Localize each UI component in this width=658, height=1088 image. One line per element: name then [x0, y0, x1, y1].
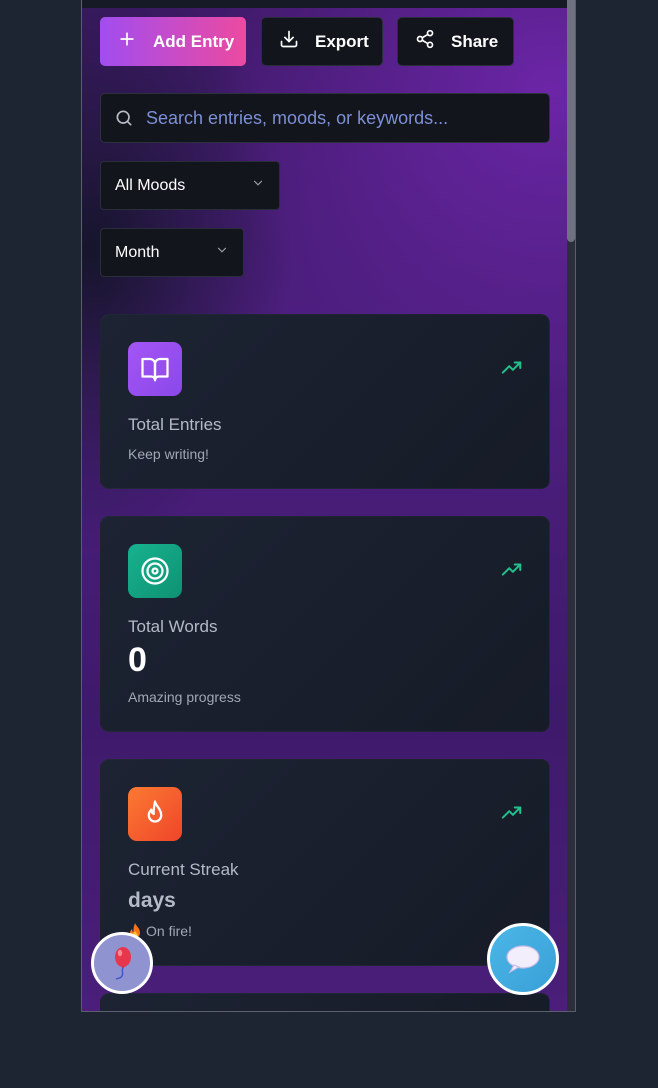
- book-open-icon: [128, 342, 182, 396]
- chevron-down-icon: [215, 243, 229, 262]
- chevron-down-icon: [251, 176, 265, 195]
- search-input[interactable]: [146, 107, 526, 129]
- add-entry-label: Add Entry: [153, 31, 235, 51]
- scrollbar-track[interactable]: [567, 0, 575, 1011]
- top-bar: [82, 0, 568, 8]
- total-entries-card: Total Entries Keep writing!: [100, 314, 550, 489]
- stat-label: Total Entries: [128, 415, 222, 434]
- balloon-button[interactable]: [91, 932, 153, 994]
- search-box: [100, 93, 550, 143]
- download-icon: [279, 29, 299, 54]
- trending-up-icon: [501, 806, 522, 819]
- stat-subtext: On fire!: [146, 923, 192, 939]
- speech-bubble-icon: [506, 945, 540, 974]
- trending-up-icon: [501, 361, 522, 374]
- chat-button[interactable]: [487, 923, 559, 995]
- app-frame: Add Entry Export Share All Moods Month: [81, 0, 576, 1012]
- stat-value: 0: [128, 641, 147, 679]
- share-icon: [415, 29, 435, 54]
- export-button[interactable]: Export: [261, 17, 383, 66]
- share-button[interactable]: Share: [397, 17, 514, 66]
- plus-icon: [117, 29, 137, 54]
- flame-icon: [128, 787, 182, 841]
- total-words-card: Total Words 0 Amazing progress: [100, 516, 550, 732]
- stat-subtext: Keep writing!: [128, 446, 209, 462]
- current-streak-card: Current Streak days On fire!: [100, 759, 550, 966]
- share-label: Share: [451, 31, 499, 51]
- period-filter-value: Month: [115, 243, 160, 261]
- mood-filter-select[interactable]: All Moods: [100, 161, 280, 210]
- export-label: Export: [315, 31, 369, 51]
- add-entry-button[interactable]: Add Entry: [100, 17, 246, 66]
- stat-label: Total Words: [128, 617, 218, 636]
- search-icon: [114, 108, 134, 128]
- period-filter-select[interactable]: Month: [100, 228, 244, 277]
- stat-subtext: Amazing progress: [128, 689, 241, 705]
- stat-card-partial: [100, 993, 550, 1011]
- balloon-icon: [115, 947, 131, 980]
- trending-up-icon: [501, 563, 522, 576]
- stat-value: days: [128, 889, 176, 912]
- mood-filter-value: All Moods: [115, 176, 186, 194]
- target-icon: [128, 544, 182, 598]
- scrollbar-thumb[interactable]: [567, 0, 575, 242]
- stat-label: Current Streak: [128, 860, 239, 879]
